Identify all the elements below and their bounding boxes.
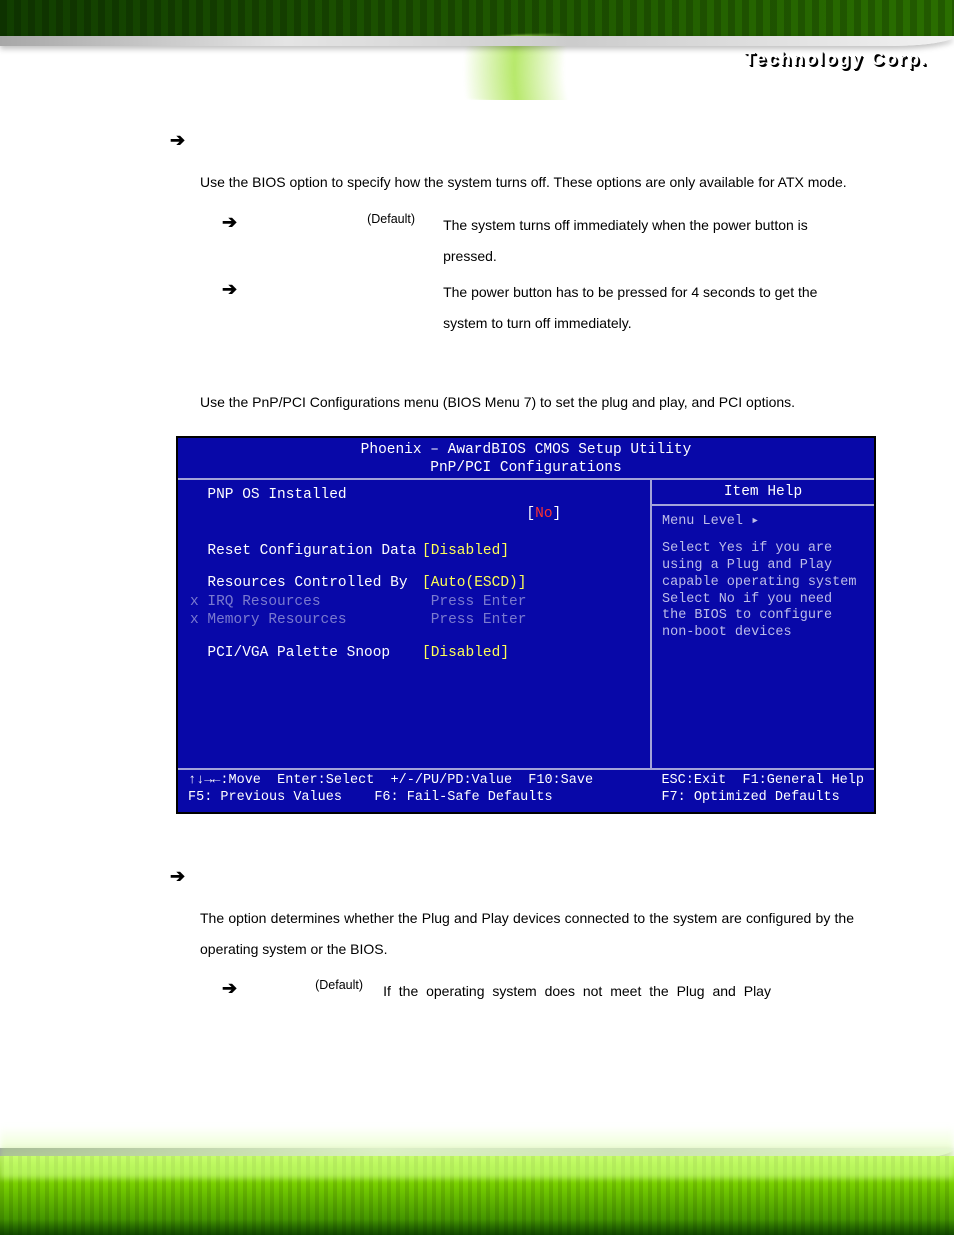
bios-menu-level: Menu Level ▸ xyxy=(662,514,864,531)
bios-row-memory: x Memory Resources Press Enter xyxy=(190,611,640,630)
bios-title: Phoenix – AwardBIOS CMOS Setup Utility P… xyxy=(178,438,874,480)
option-desc: The power button has to be pressed for 4… xyxy=(437,277,854,339)
bios-row-palette-snoop: PCI/VGA Palette Snoop [Disabled] xyxy=(190,644,640,663)
default-label: (Default) xyxy=(315,978,363,992)
bios-row-spacer xyxy=(190,630,640,644)
brand: ® Technology Corp. xyxy=(694,46,928,72)
top-banner: ® Technology Corp. xyxy=(0,0,954,100)
option-row-instant-off: ➔ (Default) The system turns off immedia… xyxy=(222,210,854,272)
bios-help-body: Menu Level ▸ Select Yes if you are using… xyxy=(652,506,874,650)
section-heading-power-button: ➔ xyxy=(170,130,854,151)
bottom-banner xyxy=(0,1120,954,1235)
bios-body: PNP OS Installed [No] Reset Configuratio… xyxy=(178,480,874,768)
pnp-menu-intro: Use the PnP/PCI Configurations menu (BIO… xyxy=(200,387,854,418)
pnp-os-intro: The option determines whether the Plug a… xyxy=(200,903,854,965)
bios-row-reset-config: Reset Configuration Data [Disabled] xyxy=(190,542,640,561)
registered-mark: ® xyxy=(725,44,734,58)
bios-title-line1: Phoenix – AwardBIOS CMOS Setup Utility xyxy=(178,441,874,459)
bios-screenshot: Phoenix – AwardBIOS CMOS Setup Utility P… xyxy=(176,436,876,814)
bios-help-title: Item Help xyxy=(652,480,874,506)
bios-row-spacer xyxy=(190,560,640,574)
bios-footer-right: ESC:Exit F1:General Help F7: Optimized D… xyxy=(661,773,864,807)
bios-footer: ↑↓→←:Move Enter:Select +/-/PU/PD:Value F… xyxy=(178,768,874,812)
power-button-intro: Use the BIOS option to specify how the s… xyxy=(200,167,854,198)
option-desc: If the operating system does not meet th… xyxy=(377,976,854,1007)
brand-logo-icon xyxy=(694,46,715,72)
option-row-no: ➔ (Default) If the operating system does… xyxy=(222,976,854,1007)
page-content: ➔ Use the BIOS option to specify how the… xyxy=(0,100,954,1007)
default-label: (Default) xyxy=(367,212,415,226)
section-heading-pnp-os: ➔ xyxy=(170,866,854,887)
bios-row-pnp-os: PNP OS Installed [No] xyxy=(190,486,640,542)
bios-title-line2: PnP/PCI Configurations xyxy=(178,459,874,477)
bios-footer-left: ↑↓→←:Move Enter:Select +/-/PU/PD:Value F… xyxy=(188,773,593,807)
section-pnp-os: ➔ The option determines whether the Plug… xyxy=(170,866,854,1007)
bios-row-resources: Resources Controlled By [Auto(ESCD)] xyxy=(190,574,640,593)
decor-darkedge xyxy=(0,1219,954,1235)
brand-name: Technology Corp. xyxy=(744,49,928,70)
arrow-right-icon: ➔ xyxy=(222,212,237,233)
bios-right-pane: Item Help Menu Level ▸ Select Yes if you… xyxy=(652,480,874,768)
bios-left-pane: PNP OS Installed [No] Reset Configuratio… xyxy=(178,480,652,768)
option-row-delay-4sec: ➔ The power button has to be pressed for… xyxy=(222,277,854,339)
arrow-right-icon: ➔ xyxy=(222,978,237,999)
option-desc: The system turns off immediately when th… xyxy=(437,210,854,272)
arrow-right-icon: ➔ xyxy=(222,279,237,300)
arrow-right-icon: ➔ xyxy=(170,130,185,151)
bios-help-text: Select Yes if you are using a Plug and P… xyxy=(662,541,864,642)
arrow-right-icon: ➔ xyxy=(170,866,185,887)
bios-row-irq: x IRQ Resources Press Enter xyxy=(190,593,640,612)
